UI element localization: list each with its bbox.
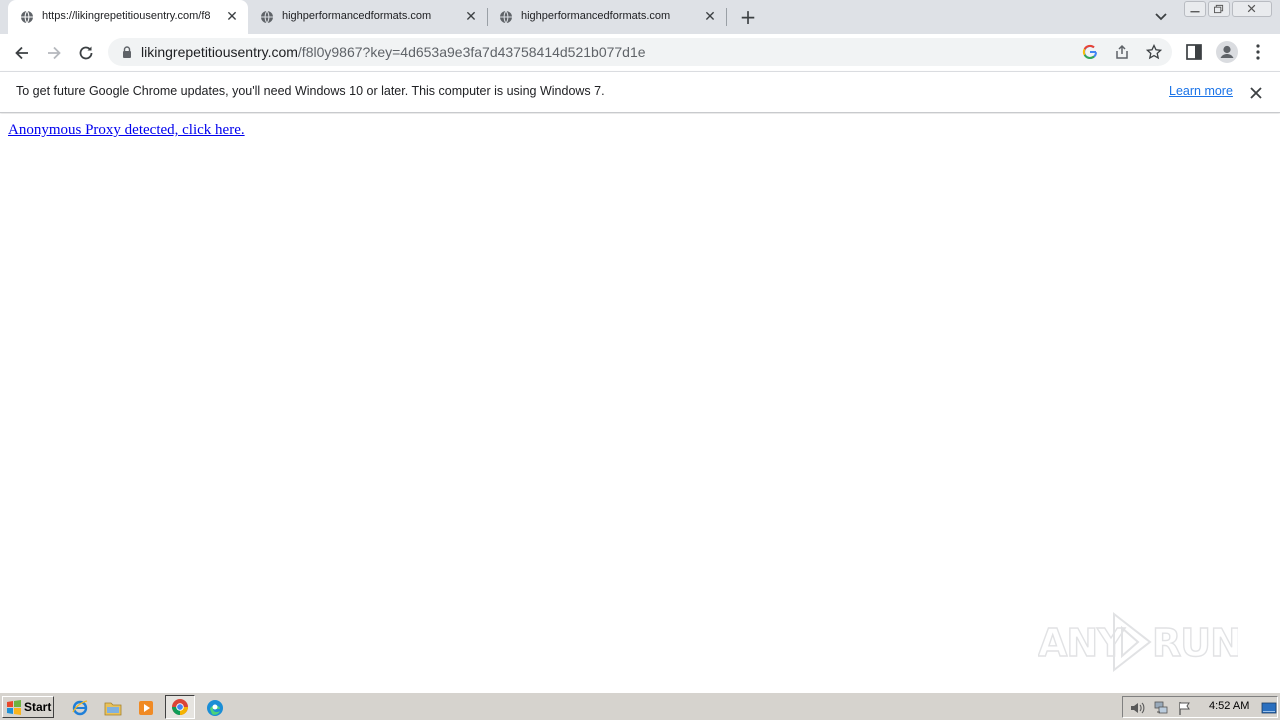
tab-title: highperformancedformats.com <box>282 10 432 22</box>
watermark-text-right: RUN <box>1152 621 1238 665</box>
folder-icon <box>104 702 122 716</box>
internet-explorer-icon <box>72 700 88 716</box>
tab-title: highperformancedformats.com <box>521 10 671 22</box>
bookmark-star-icon[interactable] <box>1146 44 1162 60</box>
tab-3[interactable]: highperformancedformats.com ✕ <box>487 0 725 34</box>
tab-search-chevron-icon[interactable] <box>1151 8 1171 26</box>
learn-more-link[interactable]: Learn more <box>1169 84 1233 98</box>
more-menu-icon[interactable] <box>1248 42 1268 62</box>
url-text: likingrepetitiousentry.com/f8l0y9867?key… <box>141 44 646 60</box>
ie-taskbar-button[interactable] <box>69 697 91 719</box>
volume-icon[interactable] <box>1129 700 1145 716</box>
restore-button[interactable] <box>1208 1 1230 17</box>
media-player-taskbar-button[interactable] <box>135 697 157 719</box>
action-center-flag-icon[interactable] <box>1177 700 1193 716</box>
minimize-button[interactable] <box>1184 1 1206 17</box>
start-label: Start <box>24 700 52 714</box>
proxy-detected-link[interactable]: Anonymous Proxy detected, click here. <box>8 122 245 139</box>
close-tab-icon[interactable]: ✕ <box>463 9 479 25</box>
url-path: /f8l0y9867?key=4d653a9e3fa7d43758414d521… <box>297 44 646 60</box>
profile-avatar-icon[interactable] <box>1215 40 1239 64</box>
globe-icon <box>261 10 273 24</box>
address-bar[interactable]: likingrepetitiousentry.com/f8l0y9867?key… <box>108 38 1172 66</box>
minimize-icon <box>1190 11 1200 13</box>
tab-active[interactable]: https://likingrepetitiousentry.com/f8 ✕ <box>8 0 248 34</box>
clock[interactable]: 4:52 AM <box>1209 700 1249 712</box>
close-tab-icon[interactable]: ✕ <box>224 9 240 25</box>
close-icon <box>1247 4 1256 13</box>
share-icon[interactable] <box>1114 44 1130 60</box>
arrow-right-icon <box>48 46 61 60</box>
close-icon[interactable] <box>1247 84 1265 102</box>
tab-strip: https://likingrepetitiousentry.com/f8 ✕ … <box>0 0 1280 34</box>
chrome-icon <box>172 699 188 715</box>
taskbar: Start 4:52 AM <box>0 692 1280 720</box>
anyrun-watermark: ANY RUN <box>1038 611 1238 673</box>
reload-icon <box>79 46 93 60</box>
lock-icon[interactable] <box>120 45 134 59</box>
new-tab-button[interactable]: + <box>737 6 759 28</box>
tab-title: https://likingrepetitiousentry.com/f8 <box>42 10 211 22</box>
toolbar: likingrepetitiousentry.com/f8l0y9867?key… <box>0 34 1280 71</box>
system-tray: 4:52 AM <box>1122 696 1278 718</box>
globe-icon <box>21 10 33 24</box>
edge-icon <box>207 700 223 716</box>
edge-taskbar-button[interactable] <box>204 697 226 719</box>
update-infobar: To get future Google Chrome updates, you… <box>0 71 1280 113</box>
restore-icon <box>1214 4 1224 14</box>
url-host: likingrepetitiousentry.com <box>141 44 298 60</box>
infobar-message: To get future Google Chrome updates, you… <box>16 84 605 98</box>
side-panel-icon[interactable] <box>1184 42 1204 62</box>
back-button[interactable] <box>9 40 35 66</box>
media-player-icon <box>139 701 153 715</box>
windows-logo-icon <box>7 700 21 715</box>
start-button[interactable]: Start <box>2 696 54 718</box>
forward-button[interactable] <box>41 40 67 66</box>
close-tab-icon[interactable]: ✕ <box>702 9 718 25</box>
network-icon[interactable] <box>1153 700 1169 716</box>
explorer-taskbar-button[interactable] <box>102 697 124 719</box>
globe-icon <box>500 10 512 24</box>
show-desktop-icon[interactable] <box>1261 700 1277 716</box>
tab-separator <box>726 8 727 26</box>
chrome-taskbar-button[interactable] <box>165 695 195 719</box>
close-window-button[interactable] <box>1232 1 1272 17</box>
arrow-left-icon <box>15 46 28 60</box>
reload-button[interactable] <box>73 40 99 66</box>
google-lens-icon[interactable] <box>1082 44 1098 60</box>
tab-2[interactable]: highperformancedformats.com ✕ <box>248 0 486 34</box>
watermark-text-left: ANY <box>1038 621 1125 665</box>
